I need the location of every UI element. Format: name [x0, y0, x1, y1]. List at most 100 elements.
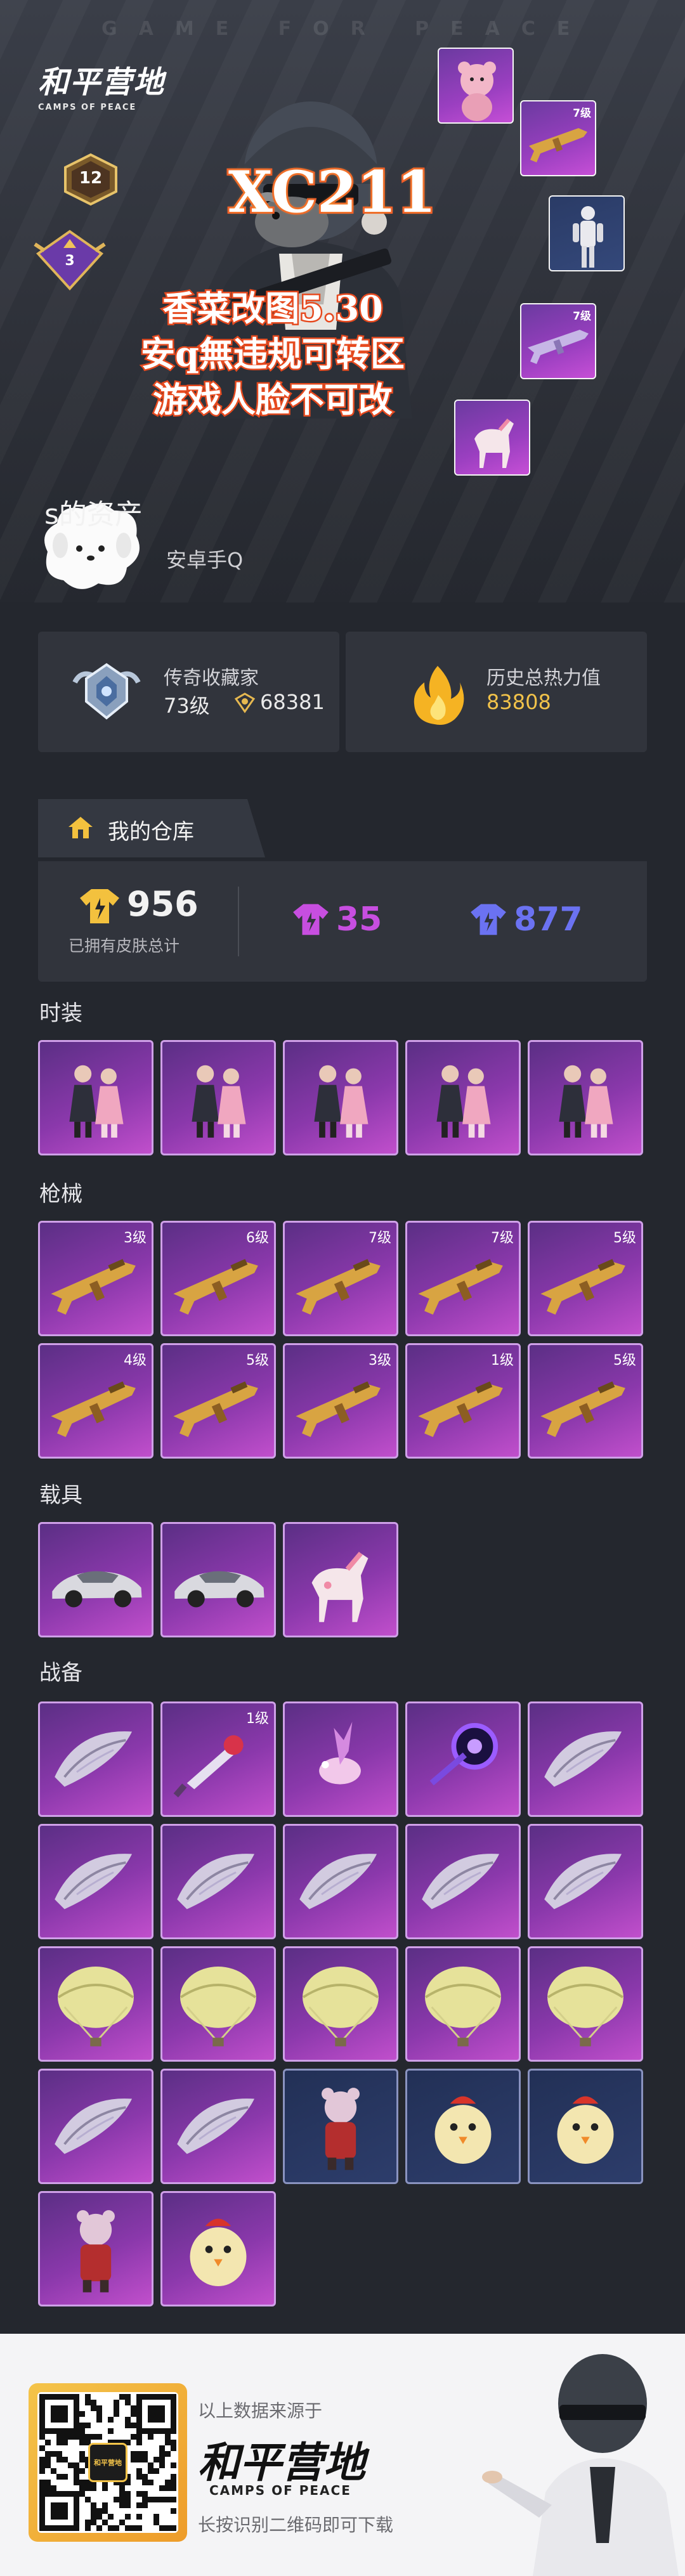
guns-item-6[interactable]: 4级	[38, 1343, 153, 1459]
footer-logo-en: CAMPS OF PEACE	[209, 2483, 351, 2498]
item-level: 1级	[491, 1353, 514, 1369]
footer-source-text: 以上数据来源于	[198, 2400, 323, 2421]
collector-points-icon	[234, 693, 256, 713]
gear-item-2[interactable]: 1级	[160, 1701, 276, 1817]
shirt-purple-icon	[471, 904, 506, 935]
hero-tile-figure[interactable]	[549, 195, 625, 271]
hero-tile-horse[interactable]	[454, 400, 530, 476]
chick-icon	[557, 2096, 614, 2164]
flower-icon	[319, 1722, 361, 1785]
gear-item-12[interactable]	[160, 1946, 276, 2062]
gear-item-9[interactable]	[405, 1824, 521, 1939]
guns-item-9[interactable]: 1级	[405, 1343, 521, 1459]
gear-item-11[interactable]	[38, 1946, 153, 2062]
fashion-item-2[interactable]	[160, 1040, 276, 1155]
footer: 和平营地 以上数据来源于 和平营地 CAMPS OF PEACE 长按识别二维码…	[0, 2334, 685, 2576]
guns-item-7[interactable]: 5级	[160, 1343, 276, 1459]
glider-icon	[55, 1854, 133, 1909]
vehicles-item-2[interactable]	[160, 1522, 276, 1637]
gear-item-8[interactable]	[283, 1824, 398, 1939]
hero-tile-gun-1[interactable]: 7级	[520, 100, 596, 176]
warehouse-title: 我的仓库	[108, 819, 194, 845]
item-level: 3级	[369, 1353, 391, 1369]
fashion-item-1[interactable]	[38, 1040, 153, 1155]
hero-overlay-text: 香菜改图5.30 安q無违规可转区 游戏人脸不可改	[51, 285, 495, 422]
fashion-item-4[interactable]	[405, 1040, 521, 1155]
fashion-item-5[interactable]	[528, 1040, 643, 1155]
gear-item-10[interactable]	[528, 1824, 643, 1939]
outfit-icon	[314, 1065, 369, 1138]
heat-label: 历史总热力值	[486, 667, 601, 689]
glider-icon	[55, 2098, 133, 2154]
mascot-icon	[77, 2210, 115, 2293]
item-level: 5级	[613, 1353, 636, 1369]
collector-label: 传奇收藏家	[164, 667, 259, 689]
item-level: 1级	[246, 1711, 269, 1727]
mascot-icon	[322, 2088, 360, 2170]
owner-name: s的资产	[44, 498, 143, 531]
gear-item-16[interactable]	[38, 2069, 153, 2184]
hero-watermark: GAME FOR PEACE	[101, 18, 592, 40]
hero-tile-bear[interactable]	[438, 48, 514, 124]
section-gear-label: 战备	[39, 1660, 82, 1686]
car-icon	[174, 1571, 264, 1608]
qr-center-logo: 和平营地	[88, 2443, 127, 2482]
collector-badge-icon	[72, 663, 141, 720]
gear-item-4[interactable]	[405, 1701, 521, 1817]
summary-divider	[238, 887, 239, 956]
glider-icon	[544, 1854, 622, 1909]
overlay-line-2: 安q無违规可转区	[140, 332, 407, 376]
character-icon	[573, 206, 603, 268]
item-level: 5级	[246, 1353, 269, 1369]
gear-item-14[interactable]	[405, 1946, 521, 2062]
gear-item-1[interactable]	[38, 1701, 153, 1817]
parachute-icon	[547, 1967, 624, 2046]
guns-item-4[interactable]: 7级	[405, 1221, 521, 1336]
flame-icon	[414, 666, 464, 725]
warehouse-summary: 956 已拥有皮肤总计 35 877	[38, 861, 647, 982]
guns-item-5[interactable]: 5级	[528, 1221, 643, 1336]
parachute-icon	[424, 1967, 502, 2046]
gear-item-17[interactable]	[160, 2069, 276, 2184]
vehicles-item-1[interactable]	[38, 1522, 153, 1637]
guns-item-1[interactable]: 3级	[38, 1221, 153, 1336]
parachute-icon	[302, 1967, 379, 2046]
footer-tip: 长按识别二维码即可下载	[198, 2514, 394, 2535]
item-level: 7级	[369, 1230, 391, 1246]
qr-pattern: 和平营地	[37, 2392, 178, 2533]
server-label: 安卓手Q	[166, 548, 244, 572]
download-qr-code[interactable]: 和平营地	[29, 2383, 187, 2542]
outfit-icon	[559, 1065, 613, 1138]
guns-item-2[interactable]: 6级	[160, 1221, 276, 1336]
parachute-icon	[179, 1967, 257, 2046]
section-guns-label: 枪械	[39, 1181, 82, 1207]
item-level: 3级	[124, 1230, 147, 1246]
gear-item-5[interactable]	[528, 1701, 643, 1817]
gear-item-6[interactable]	[38, 1824, 153, 1939]
gear-item-3[interactable]	[283, 1701, 398, 1817]
hero-tile-gun-2[interactable]: 7级	[520, 303, 596, 379]
footer-soldier-illustration	[482, 2354, 679, 2576]
gear-item-7[interactable]	[160, 1824, 276, 1939]
purple-skins-count: 877	[514, 901, 583, 939]
outfit-icon	[69, 1065, 124, 1138]
guns-item-10[interactable]: 5级	[528, 1343, 643, 1459]
gear-item-13[interactable]	[283, 1946, 398, 2062]
vehicles-item-3[interactable]	[283, 1522, 398, 1637]
collector-level: 73级	[164, 694, 210, 718]
gear-item-21[interactable]	[38, 2191, 153, 2306]
guns-item-3[interactable]: 7级	[283, 1221, 398, 1336]
bear-icon	[458, 62, 496, 121]
overlay-line-1: 香菜改图5.30	[161, 287, 385, 330]
gear-item-19[interactable]	[405, 2069, 521, 2184]
item-level: 6级	[246, 1230, 269, 1246]
gear-item-15[interactable]	[528, 1946, 643, 2062]
parachute-icon	[57, 1967, 134, 2046]
gear-item-18[interactable]	[283, 2069, 398, 2184]
guns-item-8[interactable]: 3级	[283, 1343, 398, 1459]
gear-item-20[interactable]	[528, 2069, 643, 2184]
gear-item-22[interactable]	[160, 2191, 276, 2306]
horse-icon	[311, 1551, 369, 1622]
fashion-item-3[interactable]	[283, 1040, 398, 1155]
warehouse-header: 我的仓库	[38, 799, 265, 857]
